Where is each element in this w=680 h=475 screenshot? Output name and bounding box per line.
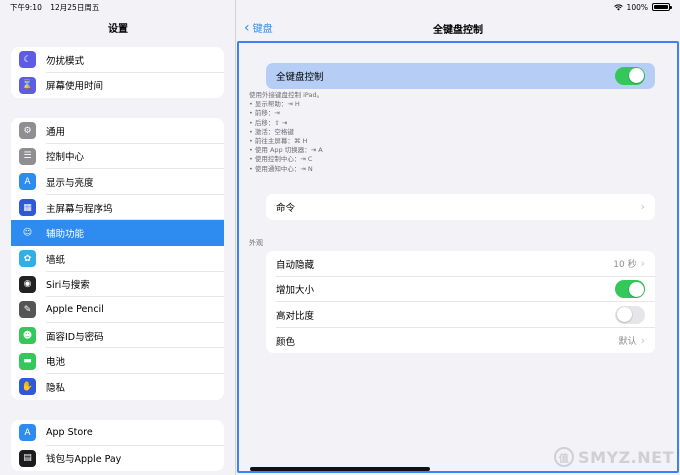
sidebar-item-label: Apple Pencil — [46, 304, 104, 316]
wifi-icon — [613, 4, 623, 10]
sidebar-item-label: 面容ID与密码 — [46, 331, 104, 343]
increase-size-row[interactable]: 增加大小 — [266, 277, 655, 303]
battery-percent: 100% — [626, 2, 648, 12]
sidebar-item-appstore[interactable]: A App Store — [11, 420, 224, 446]
appearance-card: 自动隐藏 10 秒 › 增加大小 高对比度 颜色 默认 › — [266, 251, 655, 354]
accessibility-icon: ☺ — [19, 224, 36, 242]
sidebar-item-wallet[interactable]: ▤ 钱包与Apple Pay — [11, 446, 224, 472]
moon-icon: ☾ — [19, 51, 36, 69]
sidebar-item-grid[interactable]: ▦ 主屏幕与程序坞 — [11, 195, 224, 221]
watermark-text: SMYZ.NET — [578, 447, 674, 467]
battery-icon: ▬ — [19, 352, 36, 370]
sidebar-item-moon[interactable]: ☾ 勿扰模式 — [11, 47, 224, 73]
gear-icon: ⚙ — [19, 122, 36, 140]
sidebar-item-label: 主屏幕与程序坞 — [46, 203, 113, 215]
watermark-logo-icon: 值 — [554, 447, 575, 467]
description-line: 使用外接键盘控制 iPad。 — [249, 91, 324, 99]
settings-sidebar: 设置 ☾ 勿扰模式 ⌛ 屏幕使用时间 ⚙ 通用 ☰ 控制中心 A 显示与亮度 ▦ 主屏幕与程序坞 ☺ 辅… — [0, 0, 236, 475]
color-row[interactable]: 颜色 默认 › — [266, 328, 655, 354]
commands-card: 命令 › — [266, 194, 655, 220]
sidebar-item-hourglass[interactable]: ⌛ 屏幕使用时间 — [11, 73, 224, 99]
description-line: • 后移：⇧ ⇥ — [249, 118, 288, 127]
full-keyboard-access-row[interactable]: 全键盘控制 — [266, 63, 655, 89]
sidebar-item-sliders[interactable]: ☰ 控制中心 — [11, 144, 224, 170]
sidebar-title: 设置 — [108, 24, 128, 35]
pencil-icon: ✎ — [19, 301, 36, 319]
sliders-icon: ☰ — [19, 147, 36, 165]
auto-hide-label: 自动隐藏 — [276, 259, 315, 271]
sidebar-item-label: 电池 — [46, 357, 66, 369]
sidebar-group-focus: ☾ 勿扰模式 ⌛ 屏幕使用时间 — [11, 47, 224, 99]
sidebar-item-label: 显示与亮度 — [46, 177, 94, 189]
description-line: • 前往主屏幕：⌘ H — [249, 137, 308, 146]
full-keyboard-access-label: 全键盘控制 — [276, 71, 324, 83]
description-line: • 使用控制中心：⇥ C — [249, 155, 313, 164]
full-keyboard-access-toggle[interactable] — [615, 66, 645, 85]
keyboard-focus-frame: 全键盘控制 使用外接键盘控制 iPad。 • 显示帮助：⇥ H • 前移：⇥ • 后移… — [237, 41, 679, 473]
auto-hide-row[interactable]: 自动隐藏 10 秒 › — [266, 251, 655, 277]
sidebar-item-faceid[interactable]: ☻ 面容ID与密码 — [11, 323, 224, 349]
grid-icon: ▦ — [19, 199, 36, 217]
status-bar: 下午9:10 12月25日周五 100% — [0, 0, 680, 14]
main-toggle-card: 全键盘控制 — [266, 63, 655, 89]
color-label: 颜色 — [276, 336, 296, 348]
sidebar-item-pencil[interactable]: ✎ Apple Pencil — [11, 297, 224, 323]
increase-size-label: 增加大小 — [276, 285, 315, 297]
increase-size-toggle[interactable] — [615, 280, 645, 299]
shortcut-description: 使用外接键盘控制 iPad。 • 显示帮助：⇥ H • 前移：⇥ • 后移：⇧ ⇥ • … — [249, 91, 323, 174]
sidebar-item-label: 辅助功能 — [46, 229, 85, 241]
description-line: • 使用通知中心：⇥ N — [249, 164, 313, 173]
chevron-right-icon: › — [640, 257, 645, 271]
description-line: • 前移：⇥ — [249, 109, 280, 118]
detail-pane: ‹ 键盘 全键盘控制 全键盘控制 使用外接键盘控制 iPad。 • 显示帮助：⇥ … — [236, 0, 680, 475]
sidebar-item-hand[interactable]: ✋ 隐私 — [11, 374, 224, 400]
high-contrast-row[interactable]: 高对比度 — [266, 302, 655, 328]
hourglass-icon: ⌛ — [19, 76, 36, 94]
appstore-icon: A — [19, 424, 36, 442]
watermark: 值 SMYZ.NET — [554, 447, 674, 467]
sidebar-item-label: 屏幕使用时间 — [46, 81, 104, 93]
sidebar-item-label: 通用 — [46, 126, 66, 138]
sidebar-item-label: 钱包与Apple Pay — [46, 454, 122, 466]
home-indicator[interactable] — [250, 467, 430, 471]
battery-icon — [652, 3, 672, 11]
status-date: 12月25日周五 — [50, 2, 100, 12]
sidebar-item-label: Siri与搜索 — [46, 280, 90, 292]
sidebar-item-label: 隐私 — [46, 382, 66, 394]
commands-row[interactable]: 命令 › — [266, 194, 655, 220]
sidebar-item-label: 勿扰模式 — [46, 55, 85, 67]
text-size-icon: A — [19, 173, 36, 191]
sidebar-item-gear[interactable]: ⚙ 通用 — [11, 118, 224, 144]
faceid-icon: ☻ — [19, 327, 36, 345]
siri-icon: ◉ — [19, 275, 36, 293]
sidebar-item-label: 控制中心 — [46, 152, 85, 164]
flower-icon: ✿ — [19, 250, 36, 268]
high-contrast-label: 高对比度 — [276, 310, 315, 322]
sidebar-item-flower[interactable]: ✿ 墙纸 — [11, 246, 224, 272]
chevron-right-icon: › — [640, 334, 645, 348]
hand-icon: ✋ — [19, 378, 36, 396]
high-contrast-toggle[interactable] — [615, 305, 645, 324]
page-title: 全键盘控制 — [433, 25, 483, 36]
sidebar-item-label: App Store — [46, 427, 93, 439]
sidebar-group-general: ⚙ 通用 ☰ 控制中心 A 显示与亮度 ▦ 主屏幕与程序坞 ☺ 辅助功能 ✿ 墙纸 ◉ Siri与搜索 ✎ A… — [11, 118, 224, 400]
sidebar-group-store: A App Store ▤ 钱包与Apple Pay — [11, 420, 224, 472]
sidebar-item-text-size[interactable]: A 显示与亮度 — [11, 169, 224, 195]
sidebar-item-battery[interactable]: ▬ 电池 — [11, 348, 224, 374]
sidebar-item-siri[interactable]: ◉ Siri与搜索 — [11, 272, 224, 298]
status-time: 下午9:10 — [10, 2, 42, 12]
wallet-icon: ▤ — [19, 449, 36, 467]
color-value: 默认 — [618, 337, 637, 348]
sidebar-item-label: 墙纸 — [46, 254, 66, 266]
description-line: • 激活：空格键 — [249, 127, 294, 136]
auto-hide-value: 10 秒 — [613, 260, 637, 271]
chevron-right-icon: › — [640, 200, 645, 214]
appearance-header: 外观 — [249, 239, 263, 247]
commands-label: 命令 — [276, 202, 296, 214]
sidebar-item-accessibility[interactable]: ☺ 辅助功能 — [11, 220, 224, 246]
